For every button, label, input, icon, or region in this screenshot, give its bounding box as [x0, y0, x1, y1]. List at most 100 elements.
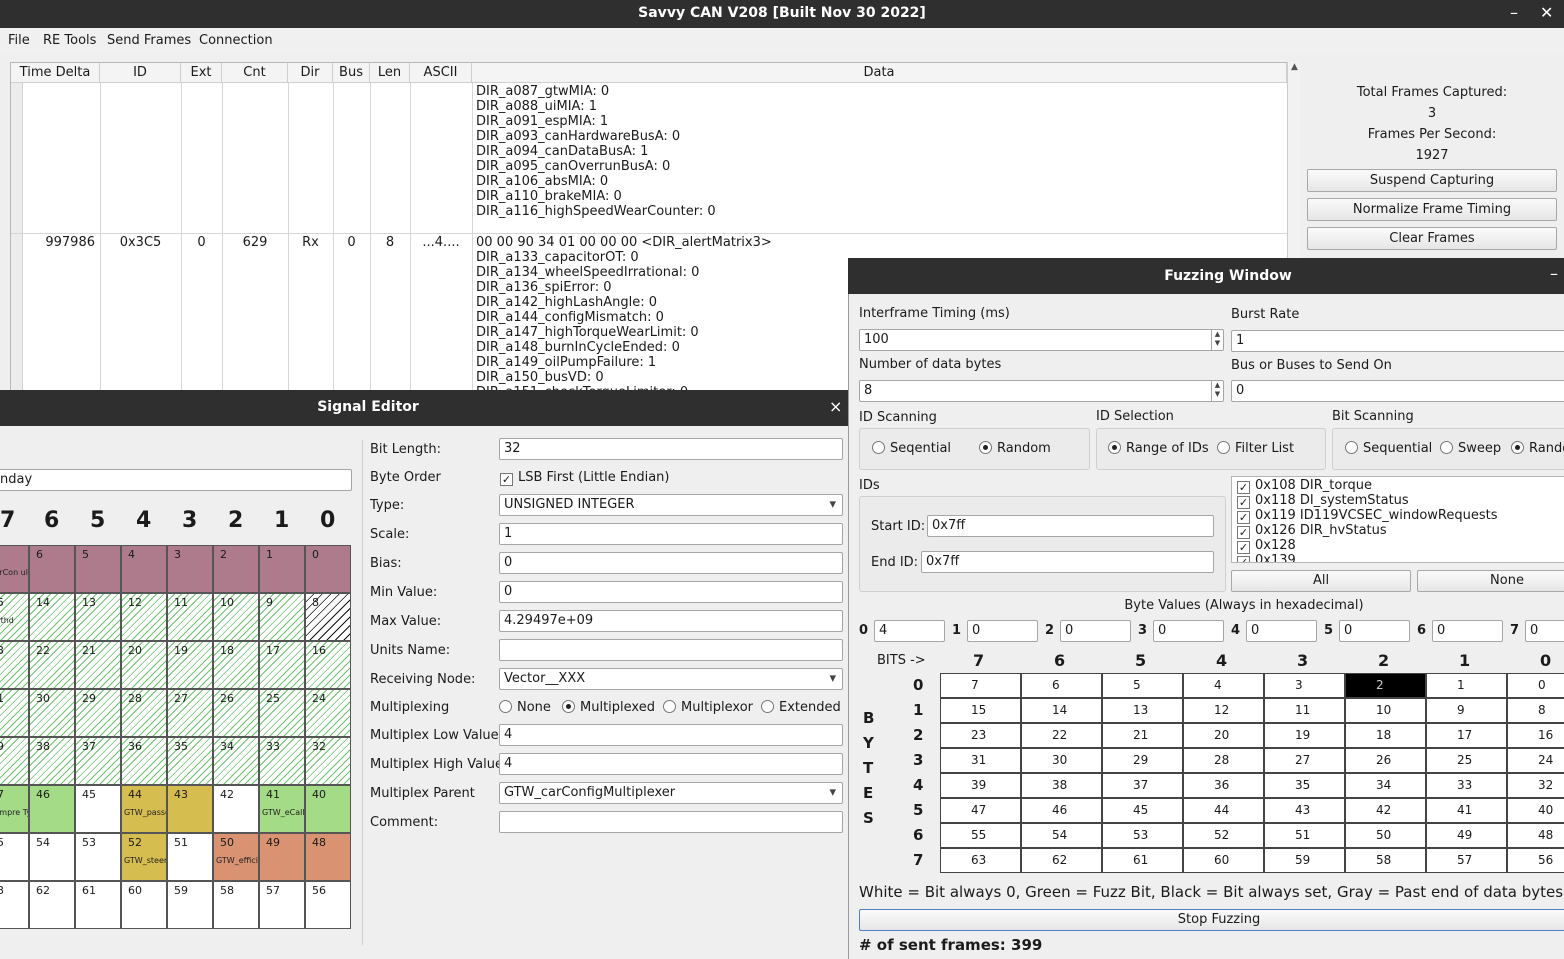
bit-cell[interactable]: 4 [121, 545, 167, 593]
mux-multiplexed-radio[interactable]: Multiplexed [562, 700, 655, 715]
bit-length-input[interactable]: 32 [499, 438, 843, 460]
bit-cell[interactable]: 34 [213, 737, 259, 785]
stop-fuzzing-button[interactable]: Stop Fuzzing [859, 909, 1564, 931]
bit-cell[interactable]: 62 [29, 881, 75, 929]
fuzz-bit-cell[interactable]: 23 [940, 723, 1021, 748]
clear-frames-button[interactable]: Clear Frames [1307, 227, 1557, 250]
fuzz-bit-cell[interactable]: 20 [1183, 723, 1264, 748]
fuzz-bit-cell[interactable]: 11 [1264, 698, 1345, 723]
bit-cell[interactable]: 45 [75, 785, 121, 833]
bit-cell[interactable]: 38 [29, 737, 75, 785]
bit-cell[interactable]: 1 [259, 545, 305, 593]
fuzz-bit-cell[interactable]: 27 [1264, 748, 1345, 773]
fuzz-bit-cell[interactable]: 50 [1345, 823, 1426, 848]
bit-cell[interactable]: 50 GTW_effici encyPackag [213, 833, 259, 881]
menu-connection[interactable]: Connection [199, 33, 273, 48]
list-item[interactable]: ✓ 0x126 DIR_hvStatus [1237, 523, 1387, 539]
fuzz-bit-cell[interactable]: 15 [940, 698, 1021, 723]
mux-parent-select[interactable]: GTW_carConfigMultiplexer [499, 782, 843, 804]
fuzz-bit-cell[interactable]: 30 [1021, 748, 1102, 773]
bit-cell[interactable]: 56 [305, 881, 351, 929]
bit-cell[interactable]: 27 [167, 689, 213, 737]
fuzz-bit-cell[interactable]: 63 [940, 848, 1021, 873]
bit-cell[interactable]: 53 [75, 833, 121, 881]
range-of-ids-radio[interactable]: Range of IDs [1108, 441, 1209, 456]
fuzz-bit-cell[interactable]: 26 [1345, 748, 1426, 773]
fuzz-bit-cell[interactable]: 48 [1507, 823, 1564, 848]
filter-list-radio[interactable]: Filter List [1217, 441, 1294, 456]
spin-arrows-icon[interactable]: ▲ ▼ [1211, 381, 1223, 401]
bit-cell[interactable]: 14 [29, 593, 75, 641]
fuzz-bit-cell[interactable]: 44 [1183, 798, 1264, 823]
fuzz-bit-cell[interactable]: 38 [1021, 773, 1102, 798]
byte-value-input[interactable]: 0 [1246, 620, 1317, 642]
col-id[interactable]: ID [100, 63, 181, 83]
byte-value-input[interactable]: 0 [1153, 620, 1224, 642]
scale-input[interactable]: 1 [499, 523, 843, 545]
mux-extended-radio[interactable]: Extended [761, 700, 841, 715]
bit-cell[interactable]: 29 [75, 689, 121, 737]
minimize-icon[interactable]: – [1510, 3, 1518, 22]
bit-cell[interactable]: 59 [167, 881, 213, 929]
col-ascii[interactable]: ASCII [410, 63, 472, 83]
fuzz-bit-cell[interactable]: 43 [1264, 798, 1345, 823]
bit-cell[interactable]: 8 [305, 593, 351, 641]
bit-cell[interactable]: 35 [167, 737, 213, 785]
sweep-radio[interactable]: Sweep [1440, 441, 1501, 456]
fuzz-bit-cell[interactable]: 45 [1102, 798, 1183, 823]
bit-cell[interactable]: 49 [259, 833, 305, 881]
bit-cell[interactable]: 42 [213, 785, 259, 833]
byte-value-input[interactable]: 0 [1432, 620, 1503, 642]
fuzz-bit-cell[interactable]: 14 [1021, 698, 1102, 723]
bit-cell[interactable]: 7_carCon ultipl [0, 545, 29, 593]
bit-cell[interactable]: 40 [305, 785, 351, 833]
select-all-button[interactable]: All [1231, 570, 1411, 592]
col-dir[interactable]: Dir [288, 63, 333, 83]
sequential-radio[interactable]: Sequential [1345, 441, 1432, 456]
list-item[interactable]: ✓ 0x139 [1237, 553, 1296, 562]
signal-name-input[interactable]: nday [0, 469, 352, 491]
fuzz-bit-cell[interactable]: 18 [1345, 723, 1426, 748]
bit-cell[interactable]: 2 [213, 545, 259, 593]
bit-cell[interactable]: 16 [305, 641, 351, 689]
num-bytes-input[interactable]: 8 ▲ ▼ [859, 380, 1224, 402]
bit-cell[interactable]: 39 [0, 737, 29, 785]
fuzz-bit-cell[interactable]: 53 [1102, 823, 1183, 848]
bit-cell[interactable]: 24 [305, 689, 351, 737]
fuzz-bit-cell[interactable]: 55 [940, 823, 1021, 848]
list-item[interactable]: ✓ 0x118 DI_systemStatus [1237, 493, 1409, 509]
id-filter-list[interactable]: ✓ 0x108 DIR_torque ✓ 0x118 DI_systemStatus… [1231, 476, 1564, 563]
type-select[interactable]: UNSIGNED INTEGER [499, 494, 843, 516]
byte-value-input[interactable]: 0 [1339, 620, 1410, 642]
fuzz-bit-cell[interactable]: 31 [940, 748, 1021, 773]
bias-input[interactable]: 0 [499, 552, 843, 574]
interframe-input[interactable]: 100 ▲ ▼ [859, 329, 1224, 351]
bit-cell[interactable]: 13 [75, 593, 121, 641]
bit-cell[interactable]: 15 _birthd [0, 593, 29, 641]
byte-value-input[interactable]: 4 [874, 620, 945, 642]
fuzz-bit-cell[interactable]: 4 [1183, 673, 1264, 698]
bit-cell[interactable]: 51 [167, 833, 213, 881]
list-item[interactable]: ✓ 0x108 DIR_torque [1237, 478, 1372, 494]
select-none-button[interactable]: None [1417, 570, 1564, 592]
bit-cell[interactable]: 10 [213, 593, 259, 641]
fuzz-bit-cell[interactable]: 25 [1426, 748, 1507, 773]
bit-cell[interactable]: 33 [259, 737, 305, 785]
fuzz-bit-cell[interactable]: 2 [1345, 673, 1426, 698]
fuzz-bit-cell[interactable]: 52 [1183, 823, 1264, 848]
fuzz-bit-cell[interactable]: 7 [940, 673, 1021, 698]
bit-cell[interactable]: 0 [305, 545, 351, 593]
fuzz-bit-cell[interactable]: 62 [1021, 848, 1102, 873]
mux-low-input[interactable]: 4 [499, 724, 843, 746]
fuzz-bit-cell[interactable]: 17 [1426, 723, 1507, 748]
bit-cell[interactable]: 30 [29, 689, 75, 737]
bit-cell[interactable]: 25 [259, 689, 305, 737]
fuzz-bit-cell[interactable]: 34 [1345, 773, 1426, 798]
bit-cell[interactable]: 22 [29, 641, 75, 689]
close-icon[interactable]: ✕ [1540, 3, 1553, 22]
fuzz-bit-cell[interactable]: 9 [1426, 698, 1507, 723]
min-value-input[interactable]: 0 [499, 581, 843, 603]
bit-cell[interactable]: 23 [0, 641, 29, 689]
mux-none-radio[interactable]: None [499, 700, 551, 715]
fuzz-bit-cell[interactable]: 60 [1183, 848, 1264, 873]
